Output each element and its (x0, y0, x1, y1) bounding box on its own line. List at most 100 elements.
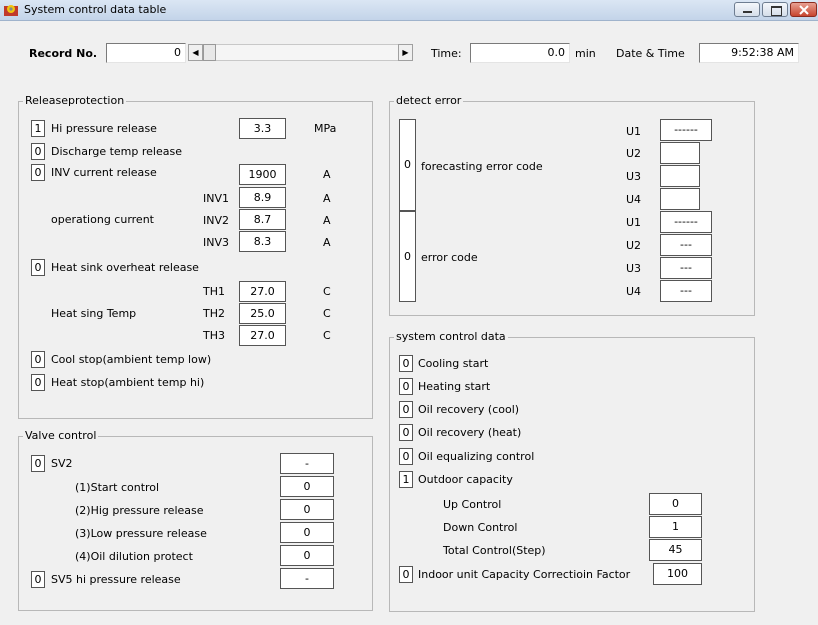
record-label: Record No. (29, 47, 98, 60)
up-control-value: 0 (649, 493, 702, 515)
scroll-right-button[interactable]: ▶ (398, 44, 413, 61)
group-title: Releaseprotection (23, 94, 127, 107)
app-gear-icon (4, 5, 18, 16)
oil-recovery-cool-flag: 0 (399, 401, 413, 418)
forecast-flag: 0 (399, 119, 416, 211)
forecast-u4-value (660, 188, 700, 210)
valve-item-value: 0 (280, 499, 334, 520)
indoor-factor-value: 100 (653, 563, 702, 585)
cool-stop-flag: 0 (31, 351, 45, 368)
valve-item-value: 0 (280, 545, 334, 566)
time-unit: min (575, 47, 596, 60)
operating-current-label: operationg current (51, 213, 154, 226)
th2-label: TH2 (203, 307, 225, 320)
oil-recovery-heat-label: Oil recovery (heat) (418, 426, 522, 439)
window-title: System control data table (24, 3, 167, 16)
inv2-unit: A (323, 214, 331, 227)
record-number-field[interactable]: 0 (106, 43, 186, 63)
total-control-label: Total Control(Step) (443, 544, 546, 557)
maximize-icon (771, 6, 782, 16)
th1-unit: C (323, 285, 331, 298)
inv-current-value: 1900 (239, 164, 286, 185)
discharge-label: Discharge temp release (51, 145, 182, 158)
inv3-label: INV3 (203, 236, 229, 249)
forecast-u2-value (660, 142, 700, 164)
up-control-label: Up Control (443, 498, 502, 511)
sv2-flag: 0 (31, 455, 45, 472)
th1-value: 27.0 (239, 281, 286, 302)
total-control-value: 45 (649, 539, 702, 561)
th2-value: 25.0 (239, 303, 286, 324)
title-bar: System control data table (0, 0, 818, 21)
valve-item-value: 0 (280, 522, 334, 543)
error-code-label: error code (421, 251, 478, 264)
heat-sink-label: Heat sink overheat release (51, 261, 199, 274)
error-u1-value: ------ (660, 211, 712, 233)
minimize-button[interactable] (734, 2, 760, 17)
inv-current-label: INV current release (51, 166, 157, 179)
datetime-field[interactable]: 9:52:38 AM (699, 43, 799, 63)
close-icon (799, 5, 809, 15)
close-button[interactable] (790, 2, 817, 17)
arrow-right-icon: ▶ (402, 48, 409, 57)
heat-stop-label: Heat stop(ambient temp hi) (51, 376, 205, 389)
time-label: Time: (431, 47, 462, 60)
oil-recovery-heat-flag: 0 (399, 424, 413, 441)
inv1-label: INV1 (203, 192, 229, 205)
sv5-value: - (280, 568, 334, 589)
scroll-left-button[interactable]: ◀ (188, 44, 203, 61)
error-u3-label: U3 (626, 262, 642, 275)
valve-item-label: (4)Oil dilution protect (75, 550, 193, 563)
cool-stop-label: Cool stop(ambient temp low) (51, 353, 212, 366)
arrow-left-icon: ◀ (192, 48, 199, 57)
error-u2-value: --- (660, 234, 712, 256)
valve-item-label: (1)Start control (75, 481, 160, 494)
sv5-label: SV5 hi pressure release (51, 573, 181, 586)
inv2-value: 8.7 (239, 209, 286, 230)
error-u1-label: U1 (626, 216, 642, 229)
th3-unit: C (323, 329, 331, 342)
indoor-factor-flag: 0 (399, 566, 413, 583)
forecast-u3-label: U3 (626, 170, 642, 183)
sv5-flag: 0 (31, 571, 45, 588)
down-control-label: Down Control (443, 521, 518, 534)
error-u3-value: --- (660, 257, 712, 279)
valve-item-label: (2)Hig pressure release (75, 504, 204, 517)
valve-item-label: (3)Low pressure release (75, 527, 207, 540)
indoor-factor-label: Indoor unit Capacity Correctioin Factor (418, 568, 631, 581)
forecast-u1-label: U1 (626, 125, 642, 138)
down-control-value: 1 (649, 516, 702, 538)
cooling-start-flag: 0 (399, 355, 413, 372)
th3-label: TH3 (203, 329, 225, 342)
hi-pressure-value: 3.3 (239, 118, 286, 139)
forecast-u1-value: ------ (660, 119, 712, 141)
maximize-button[interactable] (762, 2, 788, 17)
outdoor-capacity-label: Outdoor capacity (418, 473, 513, 486)
heat-stop-flag: 0 (31, 374, 45, 391)
record-scroll-thumb[interactable] (203, 44, 216, 61)
minimize-icon (743, 11, 752, 13)
forecast-u2-label: U2 (626, 147, 642, 160)
group-title: Valve control (23, 429, 99, 442)
th1-label: TH1 (203, 285, 225, 298)
forecast-label: forecasting error code (421, 160, 543, 173)
th2-unit: C (323, 307, 331, 320)
oil-recovery-cool-label: Oil recovery (cool) (418, 403, 520, 416)
record-scrollbar-track[interactable] (216, 44, 398, 61)
error-u4-value: --- (660, 280, 712, 302)
heating-start-label: Heating start (418, 380, 491, 393)
group-title: system control data (394, 330, 508, 343)
cooling-start-label: Cooling start (418, 357, 489, 370)
inv3-value: 8.3 (239, 231, 286, 252)
valve-item-value: 0 (280, 476, 334, 497)
error-u2-label: U2 (626, 239, 642, 252)
sv2-label: SV2 (51, 457, 73, 470)
datetime-label: Date & Time (616, 47, 685, 60)
sv2-value: - (280, 453, 334, 474)
time-field[interactable]: 0.0 (470, 43, 570, 63)
forecast-u3-value (660, 165, 700, 187)
oil-equalizing-label: Oil equalizing control (418, 450, 535, 463)
outdoor-capacity-flag: 1 (399, 471, 413, 488)
inv1-value: 8.9 (239, 187, 286, 208)
heat-temp-label: Heat sing Temp (51, 307, 137, 320)
